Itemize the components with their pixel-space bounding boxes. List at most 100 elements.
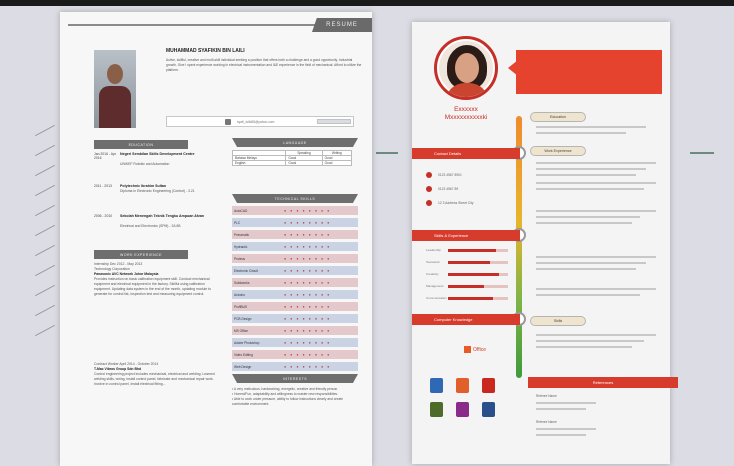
skill-row: MS Office ● ● ● ● ● ● ● ● — [232, 326, 358, 335]
skill-row: Video Editing ● ● ● ● ● ● ● ● — [232, 350, 358, 359]
text-line — [536, 126, 646, 128]
education-program: Diploma in Electronic Engineering (Contr… — [120, 189, 195, 193]
callout-box — [516, 50, 662, 94]
reference-name: Referee Name — [536, 394, 557, 398]
computer-knowledge-heading: Computer Knowledge — [412, 314, 520, 325]
references-heading: References — [528, 377, 678, 388]
indesign-icon — [456, 402, 469, 417]
skill-rating: ● ● ● ● ● ● ● ● — [284, 268, 331, 273]
skill-row: ProfiBUS ● ● ● ● ● ● ● ● — [232, 302, 358, 311]
education-pill: Education — [530, 112, 586, 122]
skill-rating: ● ● ● ● ● ● ● ● — [284, 328, 331, 333]
skill-name: AutoCAD — [234, 208, 248, 213]
text-line — [536, 222, 632, 224]
skill-name: Adobe Photoshop — [234, 340, 260, 345]
skill-bar-label: Management — [426, 284, 444, 288]
css3-icon — [430, 378, 443, 393]
sketch-decoration — [34, 120, 58, 350]
flash-icon — [482, 378, 495, 393]
phone-icon — [426, 172, 432, 178]
candidate-name-2: Exxxxxx Mxxxxxxxxxxki — [416, 106, 516, 122]
experience-pill: Work Experience — [530, 146, 586, 156]
skill-rating: ● ● ● ● ● ● ● ● — [284, 364, 331, 369]
interests-text: • A very meticulous, hardworking, energe… — [232, 387, 343, 406]
text-line — [536, 262, 646, 264]
office-icon — [464, 346, 471, 353]
skill-row: Hydraulic ● ● ● ● ● ● ● ● — [232, 242, 358, 251]
contact-value: 12 3 Address Street City — [438, 200, 474, 205]
skill-bar-track — [448, 249, 508, 252]
text-line — [536, 216, 640, 218]
contact-bar: syafi_lulik88@yahoo.com — [166, 116, 354, 127]
text-line — [536, 256, 656, 258]
education-institution: Negeri Sembilan Skills Development Centr… — [120, 152, 195, 156]
skill-bar-fill — [448, 285, 484, 288]
skill-row: Web Design ● ● ● ● ● ● ● ● — [232, 362, 358, 371]
callout-tip — [508, 60, 518, 76]
candidate-name: MUHAMMAD SYAFIKIN BIN LAILI — [166, 48, 245, 54]
skill-bar-track — [448, 297, 508, 300]
resume-page-1: RESUME MUHAMMAD SYAFIKIN BIN LAILI Activ… — [60, 12, 372, 466]
skill-rating: ● ● ● ● ● ● ● ● — [284, 220, 331, 225]
skill-bar-label: Leadership — [426, 248, 441, 252]
education-institution: Sekolah Menengah Teknik Tengku Ampuan Af… — [120, 214, 205, 218]
profile-photo-circle — [434, 36, 498, 100]
skill-name: MS Office — [234, 328, 248, 333]
education-years: Jan 2016 - Apr 2016 — [94, 152, 117, 160]
skill-row: Solidworks ● ● ● ● ● ● ● ● — [232, 278, 358, 287]
skill-row: PCB Design ● ● ● ● ● ● ● ● — [232, 314, 358, 323]
connector-line-left — [376, 152, 398, 154]
skill-row: Proteus ● ● ● ● ● ● ● ● — [232, 254, 358, 263]
text-line — [536, 346, 632, 348]
education-years: 2006 - 2010 — [94, 214, 113, 218]
text-line — [536, 174, 636, 176]
skill-bar-track — [448, 261, 508, 264]
first-name: Exxxxxx — [454, 106, 478, 113]
education-program: UNIKEF Robotic and Automation — [120, 162, 170, 166]
contact-value: 0123 4567 89 — [438, 186, 459, 191]
office-logo: Office — [464, 346, 486, 353]
html5-icon — [456, 378, 469, 393]
text-line — [536, 132, 626, 134]
text-line — [536, 288, 656, 290]
text-line — [536, 340, 644, 342]
skill-rating: ● ● ● ● ● ● ● ● — [284, 292, 331, 297]
text-line — [536, 428, 596, 430]
education-entry: 2006 - 2010 Sekolah Menengah Teknik Teng… — [94, 214, 216, 244]
skill-rating: ● ● ● ● ● ● ● ● — [284, 232, 331, 237]
contact-row: 0123 4567 89 — [426, 186, 458, 192]
text-line — [536, 434, 586, 436]
text-line — [536, 210, 656, 212]
skill-row: AutoCAD ● ● ● ● ● ● ● ● — [232, 206, 358, 215]
skill-bar-fill — [448, 261, 490, 264]
skill-rating: ● ● ● ● ● ● ● ● — [284, 316, 331, 321]
banner-line — [68, 24, 316, 26]
skill-row: Pneumatic ● ● ● ● ● ● ● ● — [232, 230, 358, 239]
skills-pill: Skills — [530, 316, 586, 326]
contact-row: 0123 4567 8901 — [426, 172, 462, 178]
reference-name: Referee Name — [536, 420, 557, 424]
skill-name: ProfiBUS — [234, 304, 248, 309]
skill-bar-label: Communication — [426, 296, 447, 300]
skill-row: Adobe Photoshop ● ● ● ● ● ● ● ● — [232, 338, 358, 347]
skill-bar-fill — [448, 297, 493, 300]
education-years: 2011 - 2013 — [94, 184, 112, 188]
skill-name: PCB Design — [234, 316, 252, 321]
text-line — [536, 334, 656, 336]
skill-rating: ● ● ● ● ● ● ● ● — [284, 304, 331, 309]
skill-rating: ● ● ● ● ● ● ● ● — [284, 352, 331, 357]
skills-heading: TECHNICAL SKILLS — [232, 194, 358, 203]
text-line — [536, 402, 596, 404]
contact-details-heading: Contact Details — [412, 148, 520, 159]
work-description: Provides instruction on basic calibratio… — [94, 277, 211, 296]
work-heading: WORK EXPERIENCE — [94, 250, 188, 259]
contact-value: 0123 4567 8901 — [438, 172, 462, 177]
skills-experience-heading: Skills & Experience — [412, 230, 520, 241]
last-name: Mxxxxxxxxxxki — [444, 114, 488, 121]
illustrator-icon — [430, 402, 443, 417]
skill-bar-track — [448, 285, 508, 288]
language-table: Speaking Writing Bahasa Melayu Good Good… — [231, 150, 353, 166]
language-cell: English — [231, 160, 287, 166]
skill-bar-fill — [448, 273, 499, 276]
skill-row: Electronic Circuit ● ● ● ● ● ● ● ● — [232, 266, 358, 275]
